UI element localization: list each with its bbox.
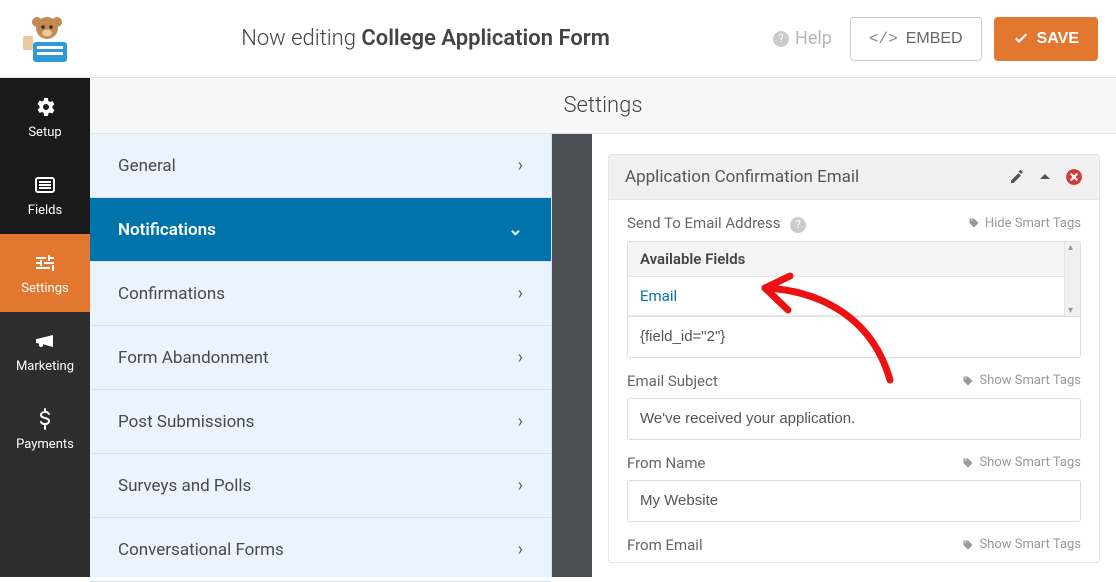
notification-card: Application Confirmation Email Send To E… [608,154,1100,563]
settings-sub-list: General › Notifications ⌄ Confirmations … [90,134,552,577]
send-to-label: Send To Email Address [627,214,780,232]
top-header: Now editing College Application Form ? H… [0,0,1116,78]
nav-payments-label: Payments [16,437,74,452]
show-smart-tags-link-3[interactable]: Show Smart Tags [962,537,1081,552]
embed-button[interactable]: </> EMBED [850,17,982,61]
available-field-email[interactable]: Email [628,277,1080,316]
show-smart-tags-link-2[interactable]: Show Smart Tags [962,455,1081,470]
left-nav: Setup Fields Settings Marketing Payments [0,78,90,577]
card-header: Application Confirmation Email [609,155,1099,200]
from-name-label: From Name [627,454,705,472]
sub-conversational[interactable]: Conversational Forms › [90,518,551,582]
send-to-input[interactable] [627,316,1081,358]
subject-input[interactable] [627,398,1081,440]
nav-settings-label: Settings [21,281,68,296]
chevron-right-icon: › [518,539,523,560]
show-tags-label: Show Smart Tags [979,537,1081,552]
sub-abandonment-label: Form Abandonment [118,348,269,368]
sub-post-submissions-label: Post Submissions [118,412,254,432]
sub-notifications[interactable]: Notifications ⌄ [90,198,551,262]
chevron-right-icon: › [518,155,523,176]
check-icon [1013,31,1029,47]
from-name-row: From Name Show Smart Tags [627,454,1081,522]
bullhorn-icon [33,329,57,353]
nav-marketing[interactable]: Marketing [0,312,90,390]
embed-label: EMBED [906,30,963,48]
chevron-right-icon: › [518,347,523,368]
chevron-right-icon: › [518,411,523,432]
edit-icon[interactable] [1009,169,1025,185]
gear-icon [33,95,57,119]
save-button[interactable]: SAVE [994,17,1098,61]
sliders-icon [33,251,57,275]
sub-surveys[interactable]: Surveys and Polls › [90,454,551,518]
dollar-icon [33,407,57,431]
send-to-row: Send To Email Address ? Hide Smart Tags … [627,214,1081,358]
nav-fields[interactable]: Fields [0,156,90,234]
panel-separator [552,134,592,577]
show-smart-tags-link[interactable]: Show Smart Tags [962,373,1081,388]
from-email-row: From Email Show Smart Tags [627,536,1081,554]
sub-general-label: General [118,156,176,176]
from-email-label: From Email [627,536,703,554]
sub-surveys-label: Surveys and Polls [118,476,251,496]
help-icon: ? [773,31,789,47]
nav-payments[interactable]: Payments [0,390,90,468]
from-name-input[interactable] [627,480,1081,522]
chevron-right-icon: › [518,475,523,496]
sub-notifications-label: Notifications [118,220,216,240]
chevron-right-icon: › [518,283,523,304]
form-name: College Application Form [361,26,609,51]
nav-settings[interactable]: Settings [0,234,90,312]
help-link[interactable]: ? Help [767,28,832,49]
card-title: Application Confirmation Email [625,167,859,187]
editing-title: Now editing College Application Form [84,26,767,51]
settings-title-text: Settings [564,93,643,118]
show-tags-label: Show Smart Tags [979,373,1081,388]
sub-post-submissions[interactable]: Post Submissions › [90,390,551,454]
sub-conversational-label: Conversational Forms [118,540,284,560]
list-icon [33,173,57,197]
nav-setup-label: Setup [28,125,61,140]
subject-label: Email Subject [627,372,718,390]
settings-title-bar: Settings [90,78,1116,134]
save-label: SAVE [1037,30,1079,48]
subject-row: Email Subject Show Smart Tags [627,372,1081,440]
tag-icon [962,375,974,387]
tag-icon [962,539,974,551]
available-fields-header: Available Fields [628,242,1080,277]
app-logo [14,9,84,69]
card-body: Send To Email Address ? Hide Smart Tags … [609,200,1099,554]
tag-icon [962,457,974,469]
tag-icon [968,217,980,229]
nav-marketing-label: Marketing [16,359,74,374]
delete-icon[interactable] [1065,168,1083,186]
show-tags-label: Show Smart Tags [979,455,1081,470]
editing-prefix: Now editing [241,26,356,51]
sub-confirmations[interactable]: Confirmations › [90,262,551,326]
sub-general[interactable]: General › [90,134,551,198]
nav-setup[interactable]: Setup [0,78,90,156]
notification-panel: Application Confirmation Email Send To E… [592,134,1116,577]
help-label: Help [795,28,832,49]
code-icon: </> [869,30,898,48]
nav-fields-label: Fields [28,203,62,218]
hide-smart-tags-link[interactable]: Hide Smart Tags [968,216,1081,231]
hide-tags-label: Hide Smart Tags [985,216,1081,231]
scrollbar[interactable] [1064,242,1080,316]
sub-confirmations-label: Confirmations [118,284,225,304]
available-fields-box: Available Fields Email [627,241,1081,316]
sub-abandonment[interactable]: Form Abandonment › [90,326,551,390]
help-icon[interactable]: ? [790,217,806,233]
collapse-icon[interactable] [1037,169,1053,185]
chevron-down-icon: ⌄ [508,219,523,240]
